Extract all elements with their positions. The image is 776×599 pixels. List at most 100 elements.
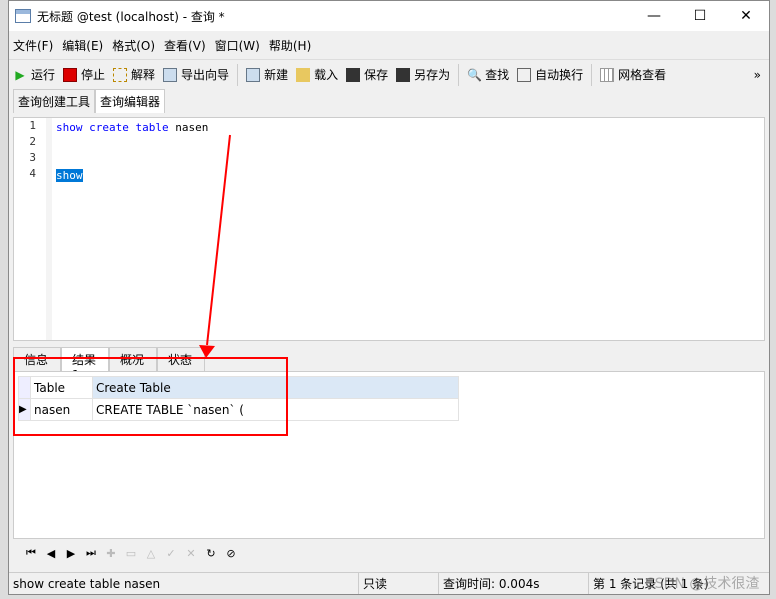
header-row: Table Create Table (18, 376, 459, 399)
minimize-button[interactable]: — (631, 8, 677, 24)
cell[interactable]: CREATE TABLE `nasen` ( (92, 398, 459, 421)
delete-record-button[interactable]: ▭ (121, 547, 141, 560)
result-table: Table Create Table ▶ nasen CREATE TABLE … (18, 376, 459, 421)
status-record: 第 1 条记录 (共 1 条) CSDN @技术很渣 (589, 573, 769, 594)
wrap-label: 自动换行 (535, 68, 584, 82)
table-icon (15, 9, 31, 23)
line-number: 1 (29, 119, 36, 132)
menu-help[interactable]: 帮助(H) (269, 37, 311, 54)
status-bar: show create table nasen 只读 查询时间: 0.004s … (9, 572, 769, 594)
menu-format[interactable]: 格式(O) (112, 37, 155, 54)
line-number-gutter: 1 2 3 4 (14, 118, 52, 340)
line-number: 2 (29, 135, 36, 148)
keyword: table (135, 121, 169, 134)
column-header-create-table[interactable]: Create Table (92, 376, 459, 399)
save-as-button[interactable]: 另存为 (396, 66, 450, 83)
code-line: show (56, 168, 208, 184)
find-label: 查找 (485, 68, 510, 82)
folder-icon (296, 67, 311, 82)
menu-file[interactable]: 文件(F) (13, 37, 53, 54)
explain-label: 解释 (131, 68, 156, 82)
tab-query-editor[interactable]: 查询编辑器 (95, 89, 166, 113)
run-button[interactable]: ▶ 运行 (13, 66, 55, 83)
save-as-label: 另存为 (414, 68, 451, 82)
keyword: create (89, 121, 129, 134)
status-query-time: 查询时间: 0.004s (439, 573, 589, 594)
keyword: show (56, 121, 83, 134)
export-wizard-button[interactable]: 导出向导 (163, 66, 229, 83)
stop-button[interactable]: 停止 (63, 66, 105, 83)
status-sql: show create table nasen (9, 573, 359, 594)
grid-view-label: 网格查看 (618, 68, 667, 82)
load-button[interactable]: 载入 (296, 66, 338, 83)
menu-bar: 文件(F) 编辑(E) 格式(O) 查看(V) 窗口(W) 帮助(H) (9, 31, 769, 59)
tab-profile[interactable]: 概况 (109, 347, 157, 371)
status-mode: 只读 (359, 573, 439, 594)
code-line: show create table nasen (56, 120, 208, 136)
save-icon (346, 67, 361, 82)
add-record-button[interactable]: ✚ (101, 547, 121, 560)
table-row[interactable]: ▶ nasen CREATE TABLE `nasen` ( (18, 398, 459, 421)
separator (591, 63, 593, 86)
code-area[interactable]: show create table nasen show (56, 120, 208, 184)
column-header-table[interactable]: Table (30, 376, 93, 399)
record-navigation-bar: ⏮ ◀ ▶ ⏭ ✚ ▭ △ ✓ ✕ ↻ ⊘ (13, 541, 765, 565)
current-row-indicator-icon: ▶ (18, 398, 31, 421)
previous-record-button[interactable]: ◀ (41, 547, 61, 560)
separator (237, 63, 239, 86)
editor-tabs: 查询创建工具 查询编辑器 (9, 89, 769, 113)
line-number: 4 (29, 167, 36, 180)
stop-label: 停止 (81, 68, 106, 82)
refresh-button[interactable]: ↻ (201, 547, 221, 560)
selected-text: show (56, 169, 83, 182)
tab-status[interactable]: 状态 (157, 347, 205, 371)
save-label: 保存 (364, 68, 389, 82)
find-button[interactable]: 🔍 查找 (467, 66, 509, 83)
apply-button[interactable]: ✓ (161, 547, 181, 560)
run-label: 运行 (31, 68, 56, 82)
title-bar: 无标题 @test (localhost) - 查询 * — ☐ ✕ (9, 1, 769, 31)
toolbar-overflow-button[interactable]: » (754, 68, 761, 82)
export-icon (163, 67, 178, 82)
grid-view-button[interactable]: 网格查看 (600, 66, 666, 83)
new-label: 新建 (264, 68, 289, 82)
window-title: 无标题 @test (localhost) - 查询 * (37, 9, 225, 24)
new-icon (246, 67, 261, 82)
sql-editor[interactable]: 1 2 3 4 show create table nasen show (13, 117, 765, 341)
tab-info[interactable]: 信息 (13, 347, 61, 371)
watermark: CSDN @技术很渣 (645, 576, 760, 592)
query-window: 无标题 @test (localhost) - 查询 * — ☐ ✕ 文件(F)… (8, 0, 770, 595)
grid-icon (600, 67, 615, 82)
menu-window[interactable]: 窗口(W) (215, 37, 260, 54)
menu-edit[interactable]: 编辑(E) (62, 37, 103, 54)
next-record-button[interactable]: ▶ (61, 547, 81, 560)
play-icon: ▶ (15, 67, 25, 82)
close-button[interactable]: ✕ (723, 8, 769, 24)
last-record-button[interactable]: ⏭ (81, 546, 101, 560)
row-indicator-header (18, 376, 31, 399)
discard-button[interactable]: ✕ (181, 547, 201, 560)
first-record-button[interactable]: ⏮ (21, 546, 41, 560)
new-button[interactable]: 新建 (246, 66, 288, 83)
menu-view[interactable]: 查看(V) (164, 37, 206, 54)
explain-button[interactable]: 解释 (113, 66, 155, 83)
maximize-button[interactable]: ☐ (677, 8, 723, 24)
save-button[interactable]: 保存 (346, 66, 388, 83)
load-label: 载入 (314, 68, 339, 82)
explain-icon (113, 67, 128, 82)
search-icon: 🔍 (467, 67, 483, 82)
separator (458, 63, 460, 86)
stop-icon (63, 67, 78, 82)
edit-record-button[interactable]: △ (141, 547, 161, 560)
cell[interactable]: nasen (30, 398, 93, 421)
word-wrap-button[interactable]: 自动换行 (517, 66, 583, 83)
export-label: 导出向导 (181, 68, 230, 82)
stop-query-button[interactable]: ⊘ (221, 547, 241, 560)
save-as-icon (396, 67, 411, 82)
toolbar: ▶ 运行 停止 解释 导出向导 新建 载入 保存 另存为 🔍 查找 自动换行 网格查… (9, 59, 769, 89)
tab-query-builder[interactable]: 查询创建工具 (13, 89, 96, 113)
tab-result1[interactable]: 结果1 (61, 347, 109, 382)
result-grid: Table Create Table ▶ nasen CREATE TABLE … (13, 371, 765, 539)
